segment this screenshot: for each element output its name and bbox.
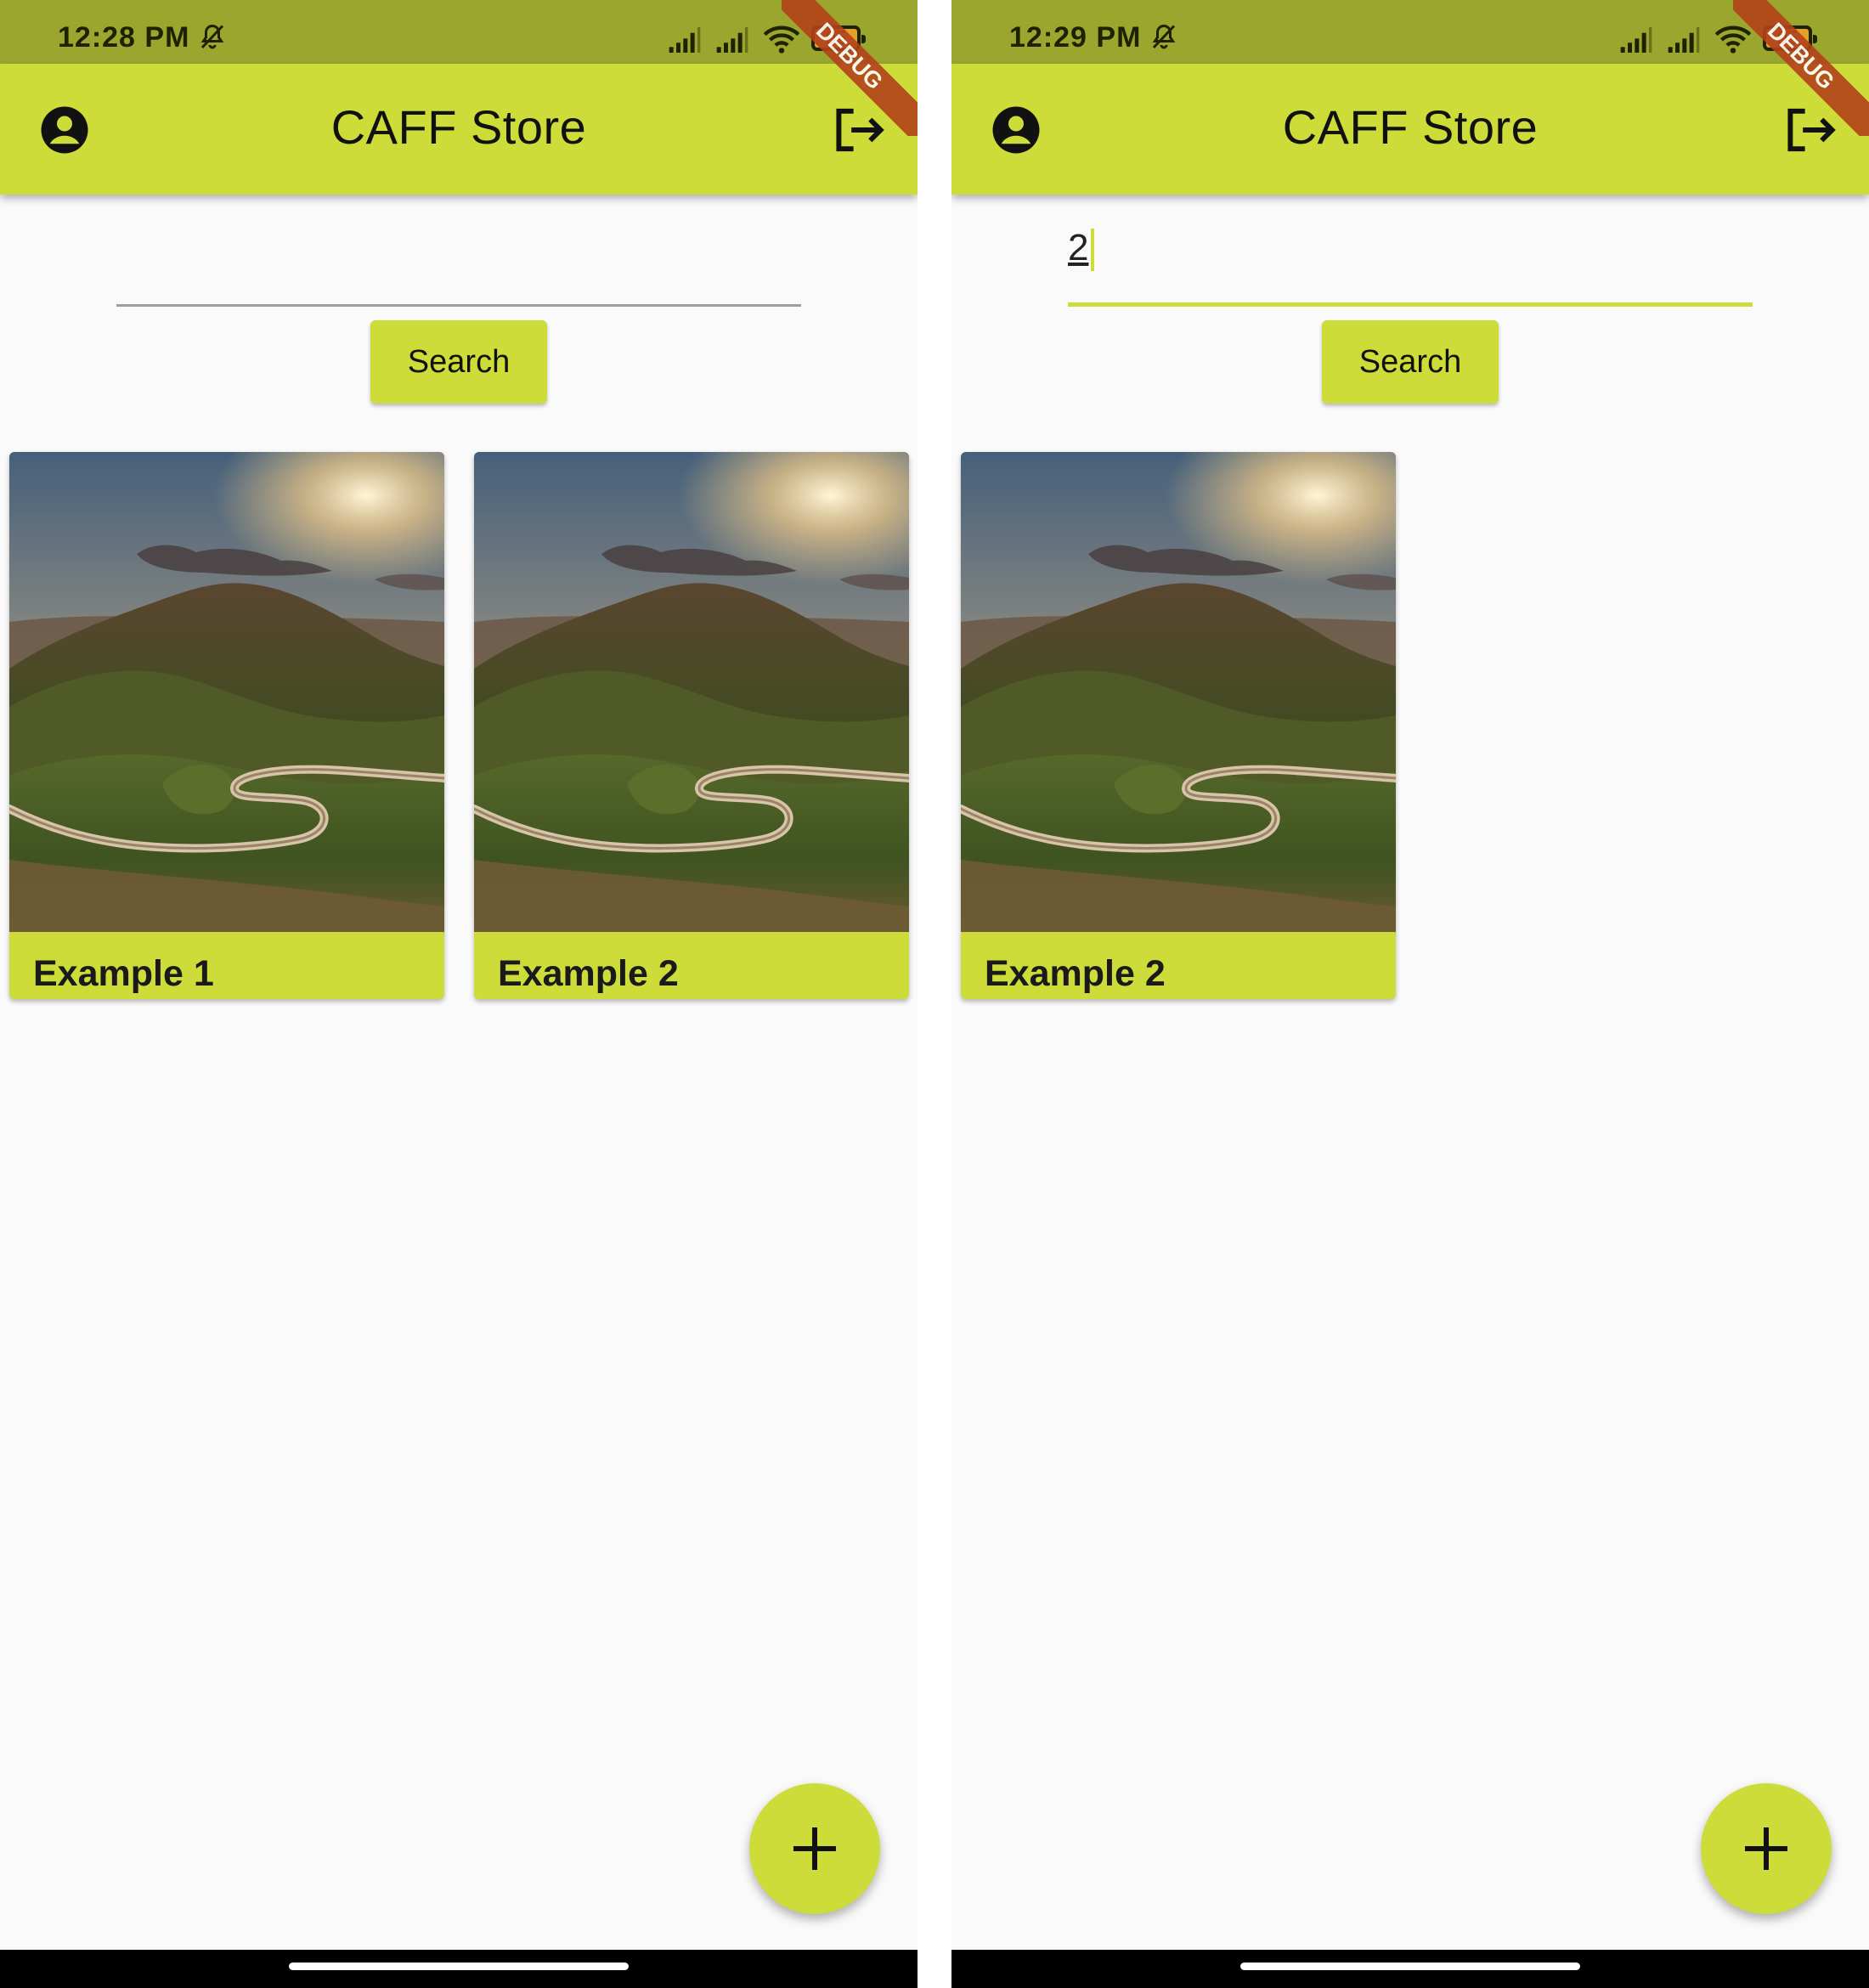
home-indicator[interactable]: [1240, 1963, 1580, 1970]
bell-off-icon: [1152, 24, 1176, 49]
caff-card-title: Example 2: [498, 953, 679, 994]
battery-icon: 95: [1763, 25, 1817, 51]
landscape-image: [961, 452, 1396, 932]
search-input[interactable]: [116, 217, 801, 307]
battery-icon: 95: [811, 25, 866, 51]
plus-icon: [1745, 1827, 1787, 1870]
wifi-icon: [1714, 25, 1752, 54]
plus-icon: [793, 1827, 836, 1870]
navigation-bar: [0, 1950, 918, 1988]
text-cursor: [1091, 229, 1094, 271]
status-time: 12:28 PM: [58, 21, 190, 54]
app-bar: CAFF Store: [0, 64, 918, 195]
logout-icon[interactable]: [833, 104, 887, 155]
search-button[interactable]: Search: [370, 320, 547, 404]
caff-card[interactable]: Example 2: [474, 452, 909, 999]
add-caff-button[interactable]: [1701, 1783, 1832, 1914]
status-bar: 12:28 PM 95: [0, 0, 918, 64]
home-indicator[interactable]: [289, 1963, 629, 1970]
search-button[interactable]: Search: [1322, 320, 1499, 404]
status-bar: 12:29 PM 95: [951, 0, 1869, 64]
navigation-bar: [951, 1950, 1869, 1988]
app-title: CAFF Store: [1282, 100, 1539, 154]
battery-level: 95: [825, 27, 847, 48]
caff-card[interactable]: Example 2: [961, 452, 1396, 999]
add-caff-button[interactable]: [749, 1783, 880, 1914]
signal-icon: [1668, 27, 1700, 53]
caff-card[interactable]: Example 1: [9, 452, 444, 999]
search-input-underline: [1068, 302, 1753, 307]
search-input[interactable]: 2: [1068, 217, 1753, 307]
caff-card-title: Example 2: [985, 953, 1166, 994]
app-title: CAFF Store: [330, 100, 587, 154]
battery-level: 95: [1776, 27, 1798, 48]
app-bar: CAFF Store: [951, 64, 1869, 195]
signal-icon: [1620, 27, 1652, 53]
signal-icon: [716, 27, 748, 53]
landscape-image: [474, 452, 909, 932]
status-time: 12:29 PM: [1009, 21, 1142, 54]
wifi-icon: [763, 25, 800, 54]
phone-screen-filtered: 12:29 PM 95 CAFF Store DEBUG 2 Search Ex…: [951, 0, 1869, 1988]
bell-off-icon: [200, 24, 224, 49]
phone-screen-initial: 12:28 PM 95 CAFF Store DEBUG Search Exam…: [0, 0, 918, 1988]
search-input-underline: [116, 304, 801, 307]
caff-card-title: Example 1: [33, 953, 214, 994]
signal-icon: [669, 27, 701, 53]
logout-icon[interactable]: [1784, 104, 1838, 155]
search-input-value: 2: [1068, 227, 1089, 268]
landscape-image: [9, 452, 444, 932]
